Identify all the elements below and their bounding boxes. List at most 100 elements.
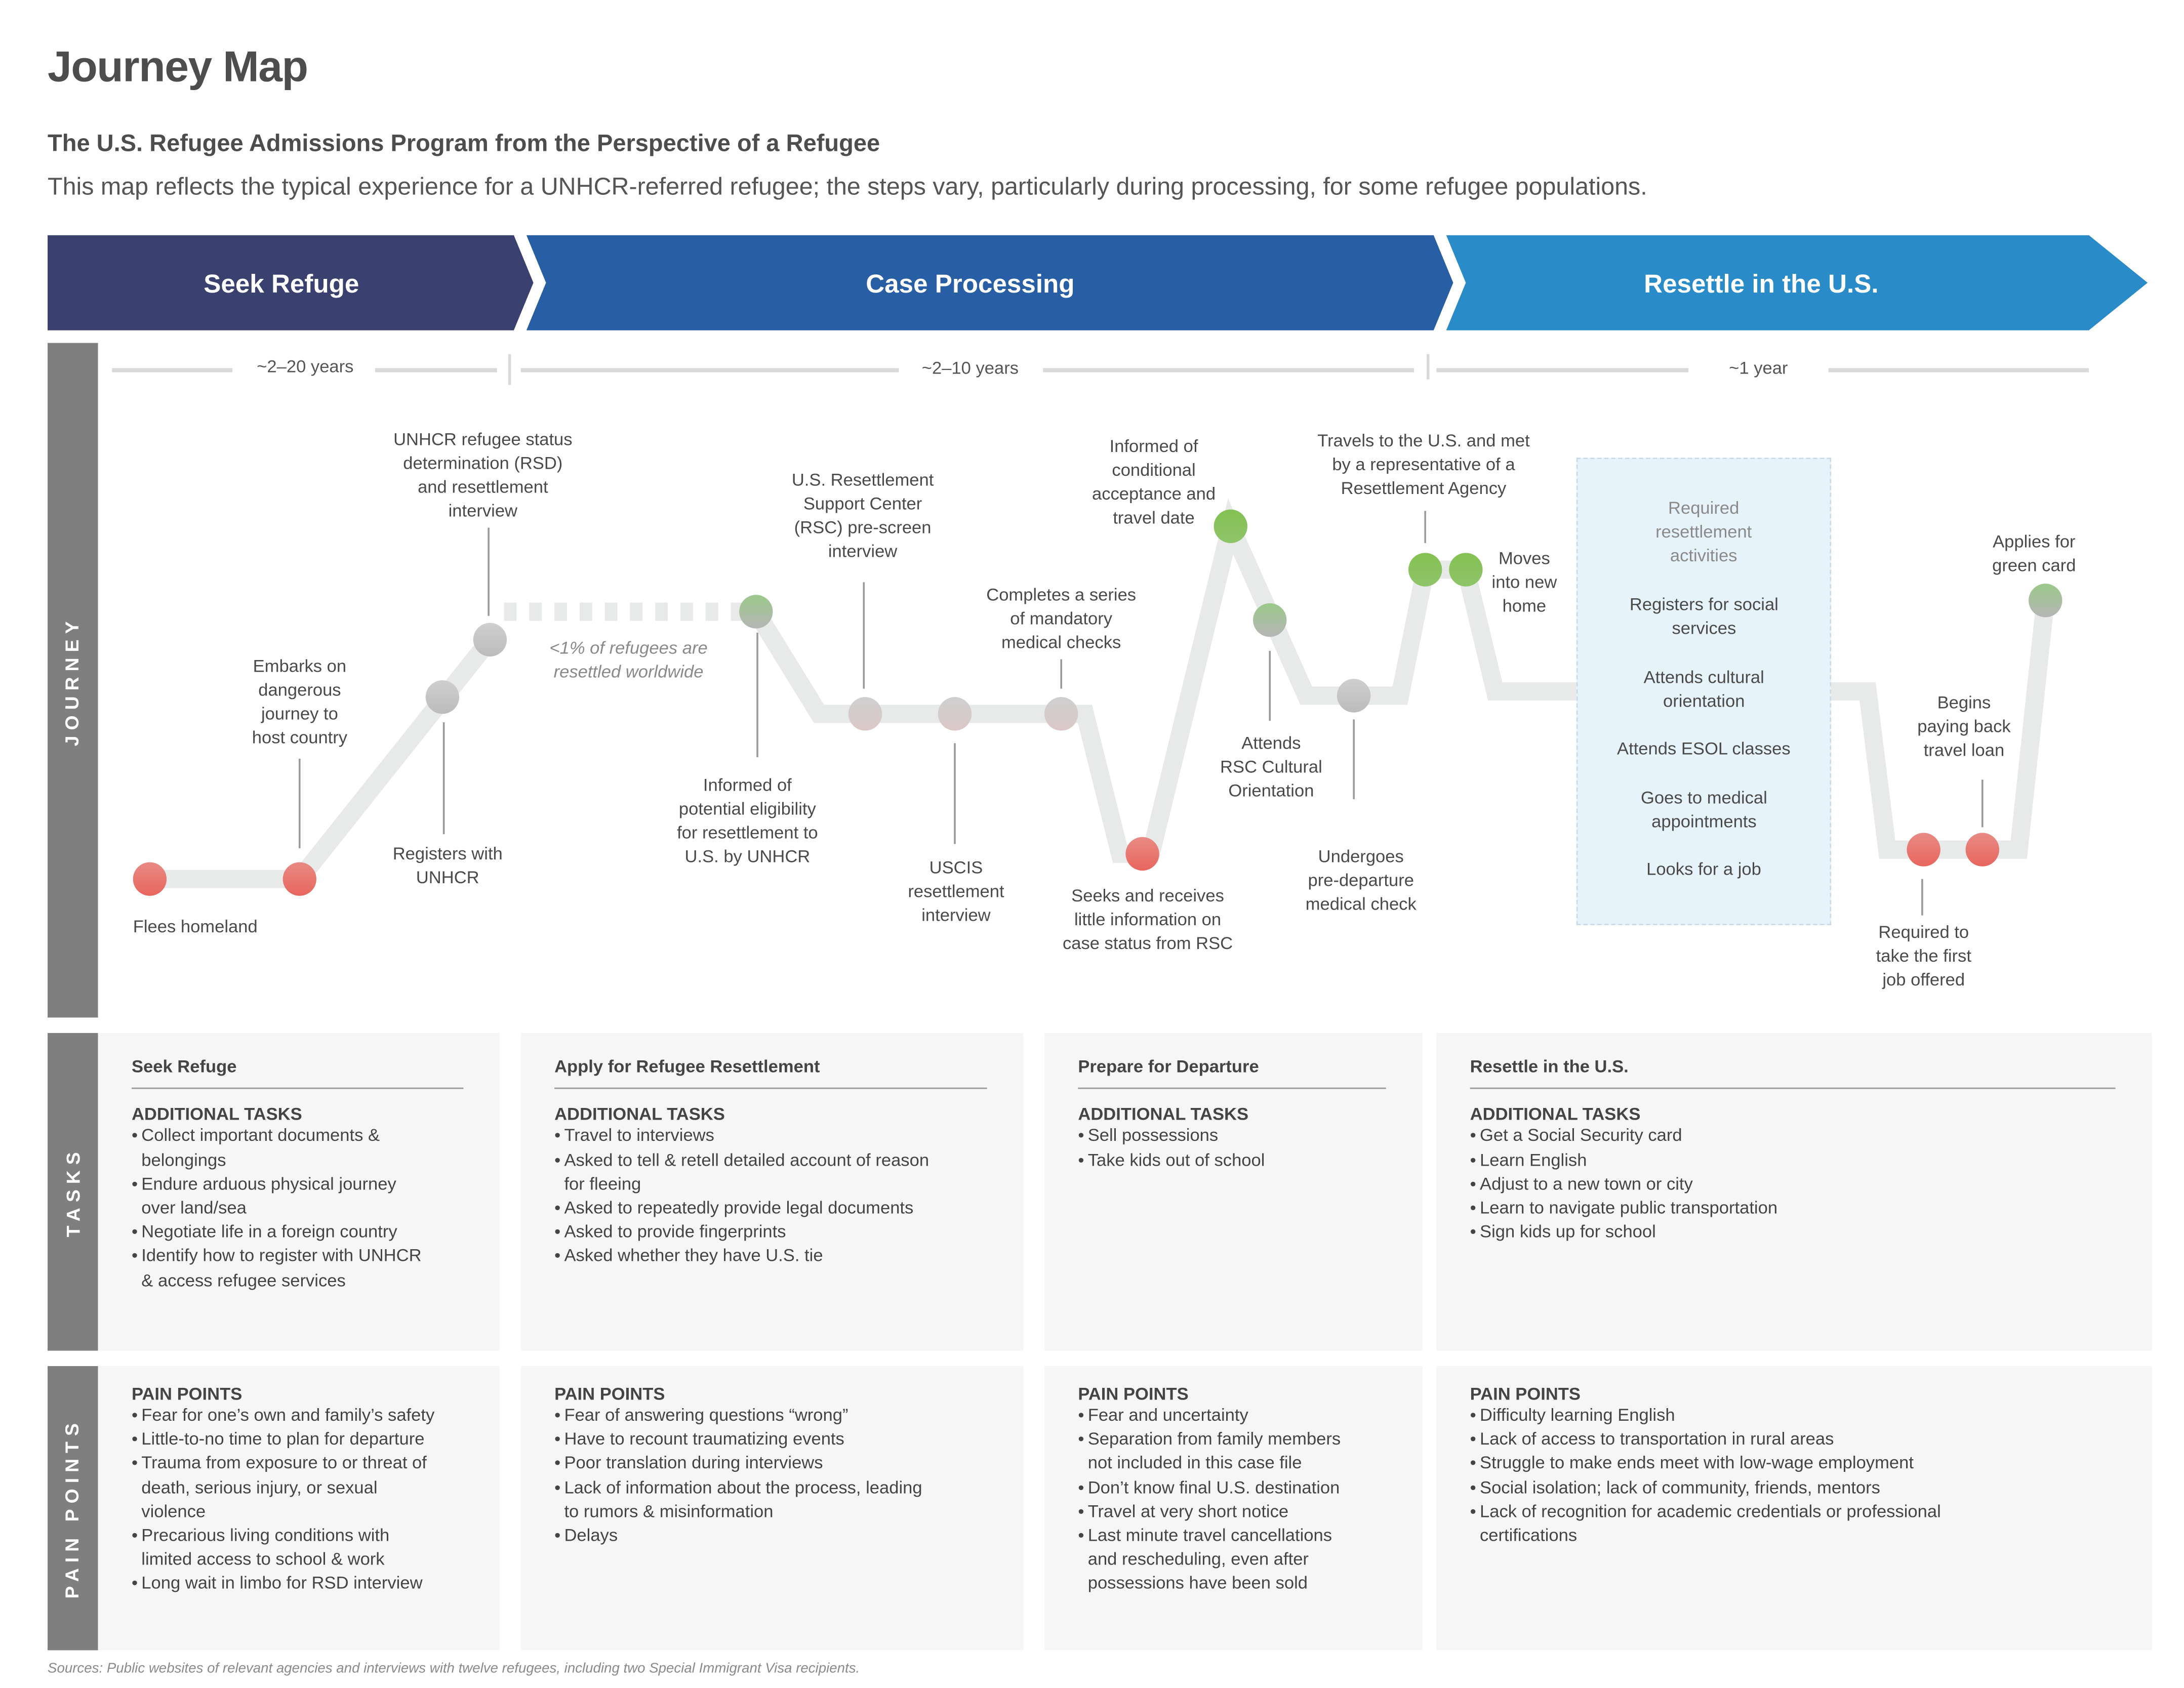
- required-activity-item: Attends cultural orientation: [1644, 666, 1764, 714]
- journey-dot-embarks: [282, 862, 316, 896]
- journey-label-travel-loan-line: travel loan: [1923, 740, 2005, 760]
- pain-list-item: Long wait in limbo for RSD interview: [132, 1573, 469, 1597]
- journey-label-first-job: Required to take the first job offered: [1876, 921, 1971, 993]
- task-list-item: Asked to tell & retell detailed account …: [554, 1148, 993, 1197]
- task-section-heading: ADDITIONAL TASKS: [1078, 1104, 1249, 1125]
- required-activities-heading-line: Required: [1668, 498, 1740, 518]
- card-divider: [131, 1087, 464, 1090]
- pain-list-item: Separation from family membersnot includ…: [1078, 1428, 1391, 1476]
- required-activity-item-line: Registers for social: [1629, 595, 1778, 615]
- required-activity-item: Registers for social services: [1630, 594, 1778, 641]
- required-activities-heading: Required resettlement activities: [1655, 497, 1752, 568]
- journey-label-travel-loan: Begins paying back travel loan: [1917, 691, 2011, 763]
- journey-dot-moves: [1449, 553, 1483, 587]
- task-list: Travel to interviewsAsked to tell & rete…: [554, 1124, 993, 1269]
- journey-label-first-job-line: Required to: [1878, 922, 1969, 942]
- resettlement-rate-annotation-line: resettled worldwide: [553, 662, 704, 682]
- journey-label-informed-eligibility-line: potential eligibility: [678, 799, 816, 819]
- task-list-item: Travel to interviews: [554, 1124, 993, 1148]
- required-activities-heading-line: activities: [1670, 546, 1737, 566]
- pain-list-item: Difficulty learning English: [1470, 1404, 2121, 1428]
- journey-label-informed-eligibility: Informed of potential eligibility for rese…: [677, 774, 818, 869]
- journey-label-moves: Moves into new home: [1492, 547, 1557, 619]
- task-list-item: Asked whether they have U.S. tie: [554, 1245, 993, 1269]
- journey-map-page: Journey Map The U.S. Refugee Admissions …: [0, 0, 2184, 1688]
- journey-dot-informed-eligibility: [739, 595, 773, 629]
- pain-list: Fear of answering questions “wrong”Have …: [554, 1404, 993, 1549]
- required-activity-item-line: Goes to medical: [1641, 788, 1767, 808]
- journey-dot-travels: [1408, 553, 1442, 587]
- pain-list-item: Fear of answering questions “wrong”: [554, 1404, 993, 1428]
- task-section-heading: ADDITIONAL TASKS: [554, 1104, 725, 1125]
- pain-list-item: Little-to-no time to plan for departure: [132, 1428, 469, 1452]
- pain-list-item: Fear and uncertainty: [1078, 1404, 1391, 1428]
- journey-label-green-card: Applies for green card: [1992, 530, 2076, 578]
- pain-list: Fear and uncertaintySeparation from fami…: [1078, 1404, 1391, 1597]
- journey-label-informed-eligibility-line: U.S. by UNHCR: [684, 847, 811, 867]
- pain-list-item: Travel at very short notice: [1078, 1500, 1391, 1525]
- sources-footnote: Sources: Public websites of relevant age…: [48, 1661, 860, 1677]
- task-card-title: Prepare for Departure: [1078, 1056, 1259, 1077]
- pain-list-item: Have to recount traumatizing events: [554, 1428, 993, 1452]
- journey-label-travels-line: Travels to the U.S. and met: [1317, 431, 1530, 451]
- journey-label-embarks-line: dangerous: [258, 680, 341, 700]
- task-list-item: Learn English: [1470, 1148, 2121, 1173]
- journey-label-embarks: Embarks on dangerous journey to host countr…: [252, 655, 347, 750]
- row-label-tasks-text: TASKS: [62, 1146, 84, 1238]
- journey-label-moves-line: into new: [1491, 572, 1557, 592]
- card-divider: [554, 1087, 987, 1090]
- journey-dot-rsd: [473, 623, 507, 656]
- journey-label-travels: Travels to the U.S. and met by a represen…: [1317, 430, 1529, 501]
- journey-label-uscis-line: resettlement: [908, 882, 1004, 901]
- pain-card: PAIN POINTSDifficulty learning EnglishLa…: [1436, 1366, 2152, 1651]
- journey-label-rsd: UNHCR refugee status determination (RSD) a…: [393, 428, 572, 523]
- required-activity-item-line: orientation: [1663, 691, 1745, 711]
- journey-label-pre-departure-line: medical check: [1305, 894, 1417, 914]
- pain-list-item: Lack of access to transportation in rura…: [1470, 1428, 2121, 1452]
- pain-section-heading: PAIN POINTS: [1470, 1384, 1581, 1404]
- journey-label-rsc-prescreen-line: interview: [828, 542, 898, 561]
- pain-section-heading: PAIN POINTS: [1078, 1384, 1189, 1404]
- journey-label-pre-departure-line: pre-departure: [1308, 871, 1414, 890]
- journey-label-pre-departure: Undergoes pre-departure medical check: [1306, 845, 1417, 917]
- pain-list-item: Lack of information about the process, l…: [554, 1476, 993, 1524]
- journey-label-travels-line: by a representative of a: [1332, 455, 1515, 475]
- task-card: Prepare for Departure ADDITIONAL TASKSSel…: [1044, 1033, 1423, 1351]
- journey-label-flees-line: Flees homeland: [133, 917, 258, 937]
- journey-label-rsc-prescreen: U.S. Resettlement Support Center (RSC) pre…: [792, 469, 934, 564]
- journey-label-uscis-line: USCIS: [929, 858, 983, 878]
- task-card-title: Apply for Refugee Resettlement: [554, 1056, 820, 1077]
- journey-label-informed-eligibility-line: for resettlement to: [677, 823, 818, 843]
- journey-label-conditional-line: conditional: [1112, 460, 1196, 480]
- pain-list-item: Precarious living conditions withlimited…: [132, 1525, 469, 1573]
- task-list-item: Adjust to a new town or city: [1470, 1173, 2121, 1197]
- journey-label-rsc-prescreen-line: Support Center: [803, 494, 922, 514]
- journey-label-moves-line: home: [1502, 596, 1547, 616]
- journey-label-rsc-prescreen-line: (RSC) pre-screen: [794, 518, 932, 538]
- required-activities-heading-line: resettlement: [1655, 522, 1752, 542]
- journey-label-first-job-line: job offered: [1882, 970, 1965, 990]
- journey-label-seeks-info-line: little information on: [1074, 910, 1222, 930]
- journey-label-travel-loan-line: Begins: [1937, 692, 1991, 713]
- task-card-title: Resettle in the U.S.: [1470, 1056, 1629, 1077]
- journey-label-cultural-orientation-line: RSC Cultural: [1220, 757, 1322, 777]
- journey-label-medical-line: medical checks: [1001, 632, 1121, 652]
- task-card: Seek Refuge ADDITIONAL TASKSCollect impor…: [98, 1033, 500, 1351]
- pain-card: PAIN POINTSFear for one’s own and family…: [98, 1366, 500, 1651]
- pain-card: PAIN POINTSFear and uncertaintySeparatio…: [1044, 1366, 1423, 1651]
- required-activity-item-line: Looks for a job: [1646, 859, 1761, 879]
- task-list-item: Collect important documents &belongings: [132, 1124, 469, 1172]
- pain-list: Difficulty learning EnglishLack of acces…: [1470, 1404, 2121, 1548]
- task-list-item: Sign kids up for school: [1470, 1221, 2121, 1245]
- journey-label-pre-departure-line: Undergoes: [1318, 847, 1404, 867]
- required-activity-item: Attends ESOL classes: [1617, 737, 1791, 761]
- journey-label-green-card-line: Applies for: [1993, 531, 2076, 552]
- journey-label-registers: Registers with UNHCR: [393, 843, 503, 890]
- journey-dot-medical: [1044, 697, 1078, 731]
- journey-dot-seeks-info: [1125, 837, 1159, 871]
- journey-label-green-card-line: green card: [1992, 555, 2076, 575]
- journey-label-conditional-line: Informed of: [1109, 436, 1198, 457]
- journey-dot-travel-loan: [1965, 833, 1999, 867]
- pain-list-item: Delays: [554, 1525, 993, 1549]
- journey-label-embarks-line: journey to: [261, 704, 338, 724]
